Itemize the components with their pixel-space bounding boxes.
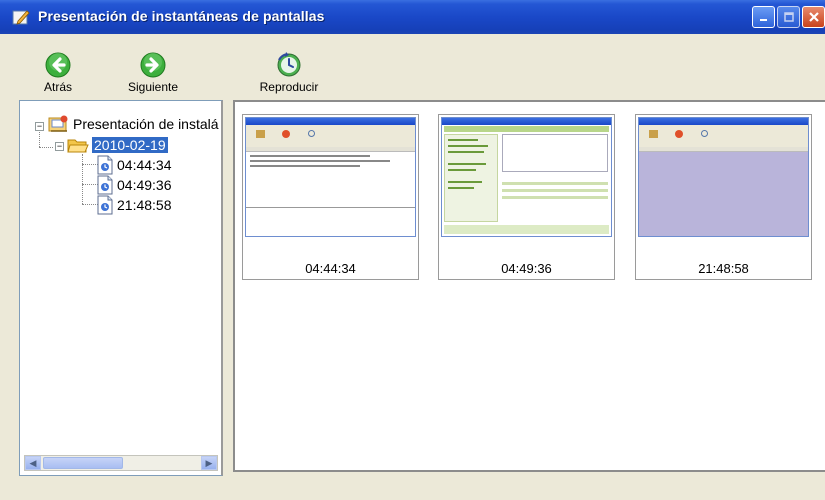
minimize-icon bbox=[759, 19, 767, 21]
close-icon bbox=[808, 12, 819, 22]
thumbnail-caption: 04:44:34 bbox=[305, 261, 356, 276]
tree-root-label: Presentación de instalá bbox=[73, 116, 219, 132]
snapshot-label: 04:44:34 bbox=[117, 157, 172, 173]
scroll-thumb[interactable] bbox=[43, 457, 123, 469]
snapshot-file-icon bbox=[97, 175, 113, 195]
snapshot-label: 21:48:58 bbox=[117, 197, 172, 213]
tree-panel[interactable]: − Presentación de instalá − 2010-02-19 0… bbox=[19, 100, 223, 476]
tree-item-snapshot[interactable]: 21:48:58 bbox=[96, 195, 172, 215]
snapshot-thumbnail[interactable]: 04:49:36 bbox=[438, 114, 615, 280]
tree-item-snapshot[interactable]: 04:49:36 bbox=[96, 175, 172, 195]
replay-icon bbox=[277, 52, 301, 77]
play-button[interactable]: Reproducir bbox=[253, 52, 325, 94]
screenshot-preview bbox=[638, 117, 809, 237]
close-button[interactable] bbox=[802, 6, 825, 28]
toolbar: Atrás Siguiente Reproducir bbox=[0, 34, 825, 98]
tree-root[interactable]: Presentación de instalá bbox=[48, 115, 219, 133]
tree-item-date[interactable]: 2010-02-19 bbox=[67, 136, 168, 154]
snapshot-thumbnail[interactable]: 04:44:34 bbox=[242, 114, 419, 280]
back-label: Atrás bbox=[43, 80, 72, 94]
arrow-left-icon bbox=[45, 52, 71, 78]
title-bar[interactable]: Presentación de instantáneas de pantalla… bbox=[0, 0, 825, 34]
horizontal-scrollbar[interactable]: ◀ ▶ bbox=[24, 455, 218, 471]
tree-item-snapshot[interactable]: 04:44:34 bbox=[96, 155, 172, 175]
snapshot-file-icon bbox=[97, 155, 113, 175]
date-label: 2010-02-19 bbox=[92, 137, 168, 153]
screenshot-preview bbox=[441, 117, 612, 237]
scroll-right-icon[interactable]: ▶ bbox=[201, 456, 217, 470]
scroll-left-icon[interactable]: ◀ bbox=[25, 456, 41, 470]
next-button[interactable]: Siguiente bbox=[121, 52, 185, 94]
play-label: Reproducir bbox=[259, 80, 319, 94]
thumbnail-caption: 21:48:58 bbox=[698, 261, 749, 276]
app-icon bbox=[12, 10, 30, 25]
folder-open-icon bbox=[67, 139, 89, 153]
screenshot-preview bbox=[245, 117, 416, 237]
snapshot-thumbnail[interactable]: 21:48:58 bbox=[635, 114, 812, 280]
thumbnail-caption: 04:49:36 bbox=[501, 261, 552, 276]
back-button[interactable]: Atrás bbox=[36, 52, 80, 94]
snapshot-file-icon bbox=[97, 195, 113, 215]
window-title: Presentación de instantáneas de pantalla… bbox=[38, 8, 325, 24]
root-collapse-toggle[interactable]: − bbox=[35, 122, 44, 131]
maximize-icon bbox=[783, 12, 794, 22]
snapshot-label: 04:49:36 bbox=[117, 177, 172, 193]
arrow-right-icon bbox=[140, 52, 166, 78]
next-label: Siguiente bbox=[127, 80, 179, 94]
thumbnail-area: 04:44:34 04:49:36 21:48:58 bbox=[233, 100, 825, 472]
date-collapse-toggle[interactable]: − bbox=[55, 142, 64, 151]
presentation-icon bbox=[48, 115, 68, 132]
minimize-button[interactable] bbox=[752, 6, 775, 28]
maximize-button[interactable] bbox=[777, 6, 800, 28]
